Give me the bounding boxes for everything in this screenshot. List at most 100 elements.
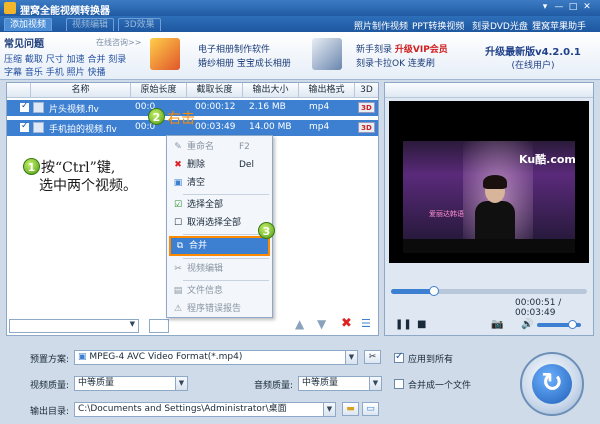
tab-add-video[interactable]: 添加视频 (4, 18, 53, 31)
context-menu: ✎ 重命名 F2 ✖ 删除 Del ▣ 清空 ☑ 选择全部 ☐ 取消选择全部 ⧉… (166, 135, 273, 318)
menu-item-label: 视频编辑 (187, 264, 224, 274)
3d-badge-icon[interactable]: 3D (358, 102, 375, 113)
app-logo-icon (4, 2, 16, 14)
output-dir-select[interactable]: C:\Documents and Settings\Administrator\… (74, 402, 336, 417)
stop-icon[interactable]: ■ (417, 319, 426, 330)
dvd-burn-promo-icon[interactable] (312, 38, 342, 70)
performer-hair (483, 175, 507, 189)
menu-divider (183, 194, 269, 195)
menu-item-select-all[interactable]: ☑ 选择全部 (169, 196, 270, 214)
move-down-icon[interactable]: ▼ (317, 317, 326, 331)
video-quality-select[interactable]: 中等质量 ▼ (74, 376, 188, 391)
chevron-down-icon: ▼ (129, 320, 135, 328)
version-link[interactable]: 升级最新版v4.2.0.1 (474, 43, 592, 58)
column-header-cut-length[interactable]: 截取长度 (187, 83, 243, 98)
playback-time: 00:00:51 / 00:03:49 (515, 298, 562, 318)
faq-links-row2[interactable]: 字幕 音乐 手机 照片 快播 (4, 65, 105, 78)
menu-item-delete[interactable]: ✖ 删除 Del (169, 156, 270, 174)
clear-icon: ▣ (173, 178, 183, 188)
format-icon: ▣ (78, 352, 90, 362)
promo1-title[interactable]: 电子相册制作软件 (198, 42, 270, 55)
column-header-output-format[interactable]: 输出格式 (299, 83, 355, 98)
menu-item-label: 取消选择全部 (187, 218, 242, 228)
main-toolbar: 添加视频 视频编辑 3D效果 照片制作视频 PPT转换视频 刻录DVD光盘 狸窝… (0, 16, 600, 32)
volume-icon[interactable]: 🔊 (521, 319, 533, 330)
move-up-icon[interactable]: ▲ (295, 317, 304, 331)
apply-all-checkbox[interactable] (394, 351, 404, 363)
promo2-newbie-link[interactable]: 新手刻录 (356, 45, 392, 55)
menu-item-label: 选择全部 (187, 200, 224, 210)
edit-video-icon: ✂ (174, 264, 182, 274)
row-cut-length: 00:00:12 (195, 102, 236, 112)
merge-one-file-checkbox[interactable] (394, 379, 404, 389)
playback-progress[interactable] (391, 286, 587, 296)
vip-upgrade-link[interactable]: 升级VIP会员 (395, 45, 448, 55)
delete-icon[interactable]: ✖ (341, 316, 352, 331)
menu-item-merge[interactable]: ⧉ 合并 (169, 236, 270, 256)
minimize-icon[interactable]: — (552, 1, 566, 14)
menu-item-video-edit[interactable]: ✂ 视频编辑 (169, 260, 270, 278)
tab-video-edit[interactable]: 视频编辑 (66, 18, 115, 31)
close-icon[interactable]: ✕ (580, 1, 594, 14)
pause-icon[interactable]: ❚❚ (395, 319, 412, 330)
menu-item-deselect-all[interactable]: ☐ 取消选择全部 (169, 214, 270, 232)
volume-slider[interactable] (537, 320, 581, 329)
promo2-subtitle[interactable]: 刻录卡拉OK 连麦刷 (356, 56, 435, 69)
output-dir-label: 输出目录: (30, 407, 70, 417)
step2-right-click-text: 右击 (167, 111, 195, 127)
video-quality-label: 视频质量: (30, 381, 70, 391)
promo1-subtitle[interactable]: 婚纱相册 宝宝成长相册 (198, 56, 291, 69)
audio-track-select[interactable] (149, 319, 169, 333)
preset-select[interactable]: ▣ MPEG-4 AVC Video Format(*.mp4) ▼ (74, 350, 358, 365)
menu-item-label: 删除 (187, 160, 206, 170)
faq-links-row1[interactable]: 压缩 截取 尺寸 加速 合并 刻录 (4, 52, 126, 65)
menu-dropdown-icon[interactable]: ▾ (538, 1, 552, 14)
menu-item-clear[interactable]: ▣ 清空 (169, 174, 270, 192)
column-header-3d[interactable]: 3D (355, 83, 378, 98)
folder-icon[interactable]: ▬ (342, 402, 359, 416)
link-burn-dvd[interactable]: 刻录DVD光盘 (472, 19, 528, 32)
link-photo-video[interactable]: 照片制作视频 (354, 19, 408, 32)
volume-handle[interactable] (568, 320, 578, 329)
camera-icon[interactable]: 📷 (491, 319, 503, 330)
window-title: 狸窝全能视频转换器 (20, 6, 110, 17)
photo-album-promo-icon[interactable] (150, 38, 180, 70)
online-users: (在线用户) (511, 61, 555, 71)
rename-icon: ✎ (174, 142, 182, 152)
open-folder-icon[interactable]: ▭ (362, 402, 379, 416)
convert-button[interactable]: ↻ (520, 352, 584, 416)
video-quality-value: 中等质量 (78, 378, 115, 388)
row-checkbox[interactable] (20, 101, 29, 112)
chevron-down-icon: ▼ (369, 377, 381, 390)
promo-banner: 常见问题 在线咨询>> 压缩 截取 尺寸 加速 合并 刻录 字幕 音乐 手机 照… (0, 32, 600, 80)
link-ppt-video[interactable]: PPT转换视频 (412, 19, 464, 32)
maximize-icon[interactable]: □ (566, 1, 580, 14)
row-checkbox[interactable] (20, 121, 29, 132)
settings-tools-icon[interactable]: ✂ (364, 350, 381, 364)
column-header-name[interactable]: 名称 (31, 83, 131, 98)
video-display[interactable]: 爱丽达韩语 Ku酷.com (389, 101, 589, 263)
audio-quality-select[interactable]: 中等质量 ▼ (298, 376, 382, 391)
progress-handle[interactable] (429, 286, 440, 296)
column-header-output-size[interactable]: 输出大小 (243, 83, 299, 98)
menu-item-shortcut: F2 (239, 142, 250, 152)
menu-item-file-info[interactable]: ▤ 文件信息 (169, 282, 270, 300)
tab-3d-effect[interactable]: 3D效果 (118, 18, 161, 31)
subtitle-select[interactable]: ▼ (9, 319, 139, 333)
preset-value: MPEG-4 AVC Video Format(*.mp4) (89, 352, 243, 362)
menu-item-error-report[interactable]: ⚠ 程序错误报告 (169, 300, 270, 318)
3d-badge-icon[interactable]: 3D (358, 122, 375, 133)
row-output-format: mp4 (309, 102, 330, 112)
list-view-icon[interactable]: ☰ (361, 317, 371, 330)
menu-item-label: 文件信息 (187, 286, 224, 296)
output-dir-value: C:\Documents and Settings\Administrator\… (78, 404, 287, 414)
error-report-icon: ⚠ (173, 304, 183, 314)
faq-more-link[interactable]: 在线咨询>> (96, 37, 141, 48)
promo2-title[interactable]: 新手刻录 升级VIP会员 (356, 42, 448, 55)
preview-panel: 爱丽达韩语 Ku酷.com 00:00:51 / 00:03:49 ❚❚ ■ 📷… (384, 82, 594, 336)
step1-instruction-line1: 按“Ctrl”键, (41, 160, 116, 176)
step2-marker: 2 (148, 108, 165, 125)
link-apple-helper[interactable]: 狸窝苹果助手 (532, 19, 586, 32)
column-header-orig-length[interactable]: 原始长度 (131, 83, 187, 98)
menu-item-rename[interactable]: ✎ 重命名 F2 (169, 138, 270, 156)
